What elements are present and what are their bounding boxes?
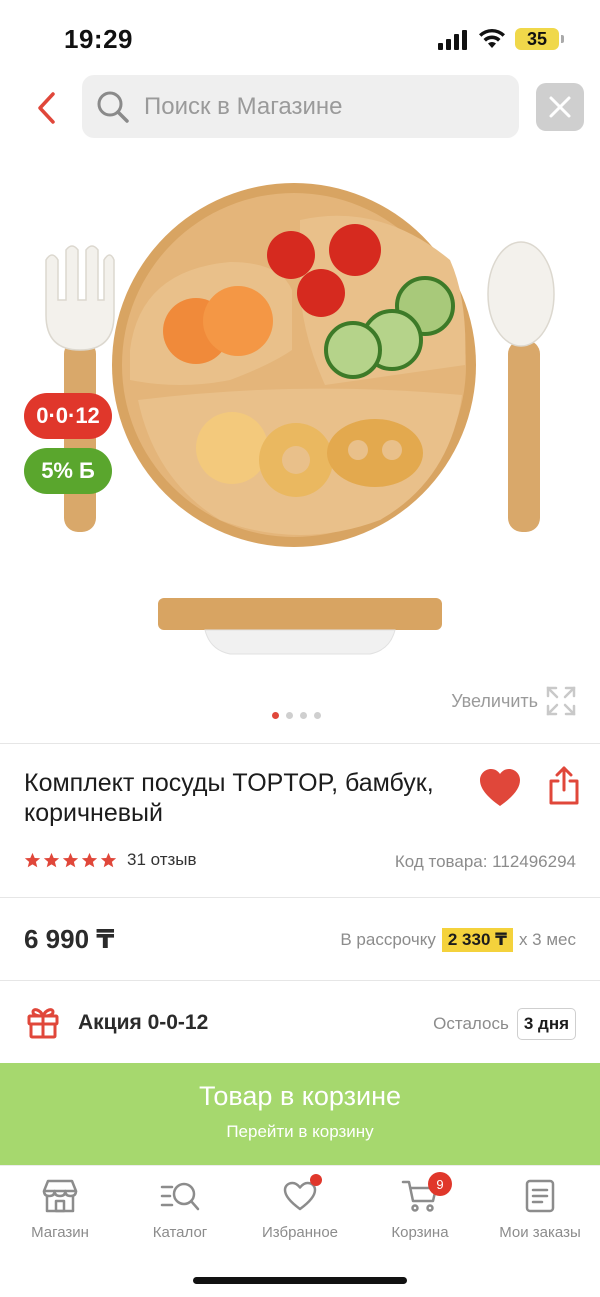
review-count[interactable]: 31 отзыв (127, 850, 197, 870)
battery-indicator: 35 (515, 28, 564, 50)
product-gallery[interactable]: 0·0·12 5% Б Увеличить (0, 150, 600, 740)
spoon-image (487, 241, 555, 532)
favorites-notification-dot (310, 1174, 322, 1186)
divider (0, 980, 600, 981)
remaining-label: Осталось (433, 1014, 509, 1033)
product-title: Комплект посуды TOPTOP, бамбук, коричнев… (24, 769, 434, 827)
installment-info[interactable]: В рассрочку 2 330 ₸ x 3 мес (340, 928, 576, 952)
bonus-badge: 5% Б (24, 448, 112, 494)
status-time: 19:29 (64, 24, 133, 54)
share-icon (549, 766, 579, 805)
star-icon (43, 852, 60, 867)
search-input[interactable] (144, 92, 504, 121)
tab-bar: Магазин Каталог Избранное 9 Корзина Мои … (0, 1165, 600, 1265)
slide-dot[interactable] (300, 712, 307, 719)
tab-store[interactable]: Магазин (0, 1166, 120, 1265)
gift-icon (27, 1008, 59, 1039)
bonus-percent: 5% (41, 458, 73, 483)
bamboo-plate-image (112, 183, 476, 547)
heart-outline-icon (283, 1181, 317, 1211)
orders-list-icon (525, 1179, 555, 1213)
tab-label: Корзина (391, 1224, 449, 1241)
tab-favorites[interactable]: Избранное (240, 1166, 360, 1265)
installment-badge: 0·0·12 (24, 393, 112, 439)
tab-cart[interactable]: 9 Корзина (360, 1166, 480, 1265)
rating-stars (24, 852, 117, 869)
rating-row[interactable]: 31 отзыв (24, 850, 197, 870)
cart-cta-subtitle: Перейти в корзину (226, 1122, 374, 1141)
plate-side-view-image (158, 598, 442, 655)
heart-filled-icon (480, 769, 520, 806)
price: 6 990 ₸ (24, 924, 115, 954)
wifi-icon (479, 28, 505, 48)
tab-label: Каталог (152, 1224, 208, 1241)
slide-dot[interactable] (314, 712, 321, 719)
tab-orders[interactable]: Мои заказы (480, 1166, 600, 1265)
back-button[interactable] (28, 85, 64, 131)
divider (0, 897, 600, 898)
tab-catalog[interactable]: Каталог (120, 1166, 240, 1265)
signal-icon (438, 30, 467, 50)
close-icon (549, 96, 571, 118)
installment-suffix: x 3 мес (518, 930, 576, 949)
star-icon (100, 852, 117, 867)
star-icon (81, 852, 98, 867)
star-icon (24, 852, 41, 867)
home-indicator (193, 1277, 407, 1284)
bonus-symbol: Б (78, 458, 95, 483)
favorite-button[interactable] (478, 768, 522, 808)
search-icon (97, 91, 129, 123)
slide-indicator[interactable] (272, 712, 321, 719)
catalog-search-icon (160, 1182, 200, 1211)
chevron-left-icon (38, 92, 55, 124)
cart-count-badge: 9 (428, 1172, 452, 1196)
go-to-cart-button[interactable]: Товар в корзине Перейти в корзину (0, 1063, 600, 1165)
installment-amount: 2 330 ₸ (441, 928, 513, 952)
installment-prefix: В рассрочку (340, 930, 436, 949)
tab-label: Избранное (261, 1224, 339, 1241)
tab-label: Магазин (31, 1224, 89, 1241)
promo-remaining: Осталось 3 дня (433, 1008, 576, 1040)
slide-dot[interactable] (272, 712, 279, 719)
zoom-link[interactable]: Увеличить (451, 686, 576, 716)
store-icon (42, 1179, 78, 1213)
close-search-button[interactable] (536, 83, 584, 131)
tab-label: Мои заказы (499, 1224, 581, 1241)
expand-icon (546, 686, 576, 716)
slide-dot[interactable] (286, 712, 293, 719)
cart-cta-title: Товар в корзине (198, 1081, 402, 1111)
product-code: Код товара: 112496294 (394, 852, 576, 871)
star-icon (62, 852, 79, 867)
status-bar: 19:29 35 (0, 0, 600, 75)
divider (0, 743, 600, 744)
search-box[interactable] (82, 75, 519, 138)
share-button[interactable] (548, 766, 580, 806)
promo-label[interactable]: Акция 0-0-12 (78, 1011, 208, 1035)
zoom-label: Увеличить (451, 690, 538, 711)
remaining-days: 3 дня (516, 1008, 576, 1040)
header (0, 75, 600, 141)
